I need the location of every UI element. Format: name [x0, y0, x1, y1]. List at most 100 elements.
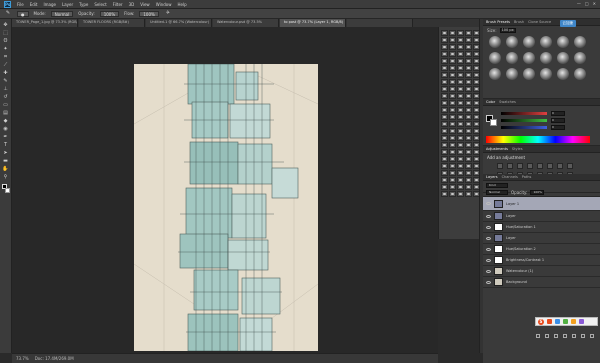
airbrush-icon[interactable]: ✈	[164, 10, 172, 17]
layer-row[interactable]: Watercolour (1)	[483, 266, 600, 277]
tool-preset-cell[interactable]	[449, 142, 456, 148]
tool-preset-cell[interactable]	[457, 72, 464, 78]
layer-style-icon[interactable]	[545, 334, 549, 338]
tab-swatches[interactable]: Swatches	[499, 100, 516, 104]
tool-preset-cell[interactable]	[449, 191, 456, 197]
brightness-contrast-icon[interactable]	[497, 163, 503, 169]
tool-preset-cell[interactable]	[465, 58, 472, 64]
healing-tool-icon[interactable]: ✚	[2, 70, 10, 77]
brush-preset-item[interactable]	[489, 68, 501, 80]
opacity-input[interactable]: 100%	[99, 10, 120, 17]
layer-row[interactable]: Layer	[483, 211, 600, 222]
red-slider[interactable]	[501, 112, 547, 115]
ime-tool-icon[interactable]	[571, 319, 576, 324]
ime-tool-icon[interactable]	[579, 319, 584, 324]
green-value[interactable]: 0	[551, 118, 565, 123]
add-mask-icon[interactable]	[554, 334, 558, 338]
tab-layers[interactable]: Layers	[486, 175, 498, 179]
marquee-tool-icon[interactable]: ⬚	[2, 30, 10, 37]
layer-row[interactable]: Background	[483, 277, 600, 288]
tool-preset-cell[interactable]	[457, 30, 464, 36]
blend-mode-select[interactable]: Normal	[486, 190, 508, 195]
tool-preset-cell[interactable]	[441, 37, 448, 43]
clone-stamp-tool-icon[interactable]: ⊥	[2, 86, 10, 93]
tool-preset-cell[interactable]	[465, 100, 472, 106]
brush-preset-item[interactable]	[489, 52, 501, 64]
tool-preset-cell[interactable]	[441, 191, 448, 197]
menu-filter[interactable]: Filter	[113, 2, 123, 7]
tool-preset-cell[interactable]	[465, 93, 472, 99]
tool-preset-cell[interactable]	[465, 163, 472, 169]
path-select-tool-icon[interactable]: ➤	[2, 150, 10, 157]
brush-preset-item[interactable]	[523, 52, 535, 64]
menu-edit[interactable]: Edit	[30, 2, 38, 7]
tool-preset-cell[interactable]	[465, 170, 472, 176]
tool-preset-cell[interactable]	[465, 107, 472, 113]
tool-preset-cell[interactable]	[457, 177, 464, 183]
visibility-eye-icon[interactable]	[486, 202, 491, 205]
blue-value[interactable]: 0	[551, 125, 565, 130]
tab-document-1[interactable]: TOWER_Page_1.jpg @ 73.3% (RGB/8#)	[12, 19, 78, 27]
vibrance-icon[interactable]	[537, 163, 543, 169]
tool-preset-cell[interactable]	[457, 142, 464, 148]
close-button[interactable]: ✕	[593, 1, 596, 6]
tool-preset-cell[interactable]	[441, 142, 448, 148]
tool-preset-cell[interactable]	[457, 128, 464, 134]
tab-brush-presets[interactable]: Brush Presets	[486, 20, 510, 24]
color-swatches[interactable]	[1, 184, 10, 194]
tool-preset-cell[interactable]	[457, 184, 464, 190]
brush-preset-item[interactable]	[540, 68, 552, 80]
tool-preset-cell[interactable]	[465, 184, 472, 190]
brush-preset-item[interactable]	[506, 52, 518, 64]
background-color-box[interactable]	[490, 119, 497, 126]
brush-preset-item[interactable]	[574, 68, 586, 80]
tab-styles[interactable]: Styles	[512, 147, 523, 151]
sogou-ime-logo-icon[interactable]: S	[538, 318, 544, 325]
visibility-eye-icon[interactable]	[486, 258, 491, 262]
new-adjustment-icon[interactable]	[563, 334, 567, 338]
tool-preset-cell[interactable]	[449, 156, 456, 162]
brush-preset-item[interactable]	[557, 52, 569, 64]
tool-preset-cell[interactable]	[449, 135, 456, 141]
tool-preset-cell[interactable]	[449, 107, 456, 113]
eraser-tool-icon[interactable]: ▭	[2, 102, 10, 109]
brush-preset-item[interactable]	[489, 36, 501, 48]
tab-document-6[interactable]	[347, 19, 413, 27]
menu-window[interactable]: Window	[156, 2, 172, 7]
tool-preset-cell[interactable]	[465, 121, 472, 127]
tool-preset-cell[interactable]	[441, 114, 448, 120]
zoom-level[interactable]: 73.7%	[16, 356, 29, 361]
type-tool-icon[interactable]: T	[2, 142, 10, 149]
brush-preset-item[interactable]	[574, 52, 586, 64]
tool-preset-cell[interactable]	[449, 37, 456, 43]
levels-icon[interactable]	[507, 163, 513, 169]
brush-preset-item[interactable]	[574, 36, 586, 48]
tool-preset-cell[interactable]	[441, 107, 448, 113]
tool-preset-cell[interactable]	[457, 156, 464, 162]
tool-preset-cell[interactable]	[465, 114, 472, 120]
tool-preset-cell[interactable]	[449, 184, 456, 190]
tab-channels[interactable]: Channels	[502, 175, 518, 179]
layer-row[interactable]: Hue/Saturation 1	[483, 222, 600, 233]
dodge-tool-icon[interactable]: ◉	[2, 126, 10, 133]
tool-preset-cell[interactable]	[449, 65, 456, 71]
tool-preset-cell[interactable]	[441, 79, 448, 85]
tool-preset-cell[interactable]	[457, 135, 464, 141]
menu-help[interactable]: Help	[177, 2, 186, 7]
brush-size-picker[interactable]: ●	[17, 10, 29, 17]
tool-preset-cell[interactable]	[465, 51, 472, 57]
tool-preset-cell[interactable]	[465, 156, 472, 162]
tool-preset-cell[interactable]	[457, 37, 464, 43]
tab-paths[interactable]: Paths	[522, 175, 532, 179]
shape-tool-icon[interactable]: ▬	[2, 158, 10, 165]
eyedropper-tool-icon[interactable]: ⟋	[2, 62, 10, 69]
curves-icon[interactable]	[517, 163, 523, 169]
tool-preset-cell[interactable]	[441, 163, 448, 169]
tab-brush[interactable]: Brush	[514, 20, 524, 24]
flow-input[interactable]: 100%	[139, 10, 159, 17]
tool-preset-cell[interactable]	[457, 65, 464, 71]
tool-preset-cell[interactable]	[457, 107, 464, 113]
tool-preset-cell[interactable]	[465, 177, 472, 183]
menu-image[interactable]: Image	[43, 2, 56, 7]
ime-tool-icon[interactable]	[555, 319, 560, 324]
